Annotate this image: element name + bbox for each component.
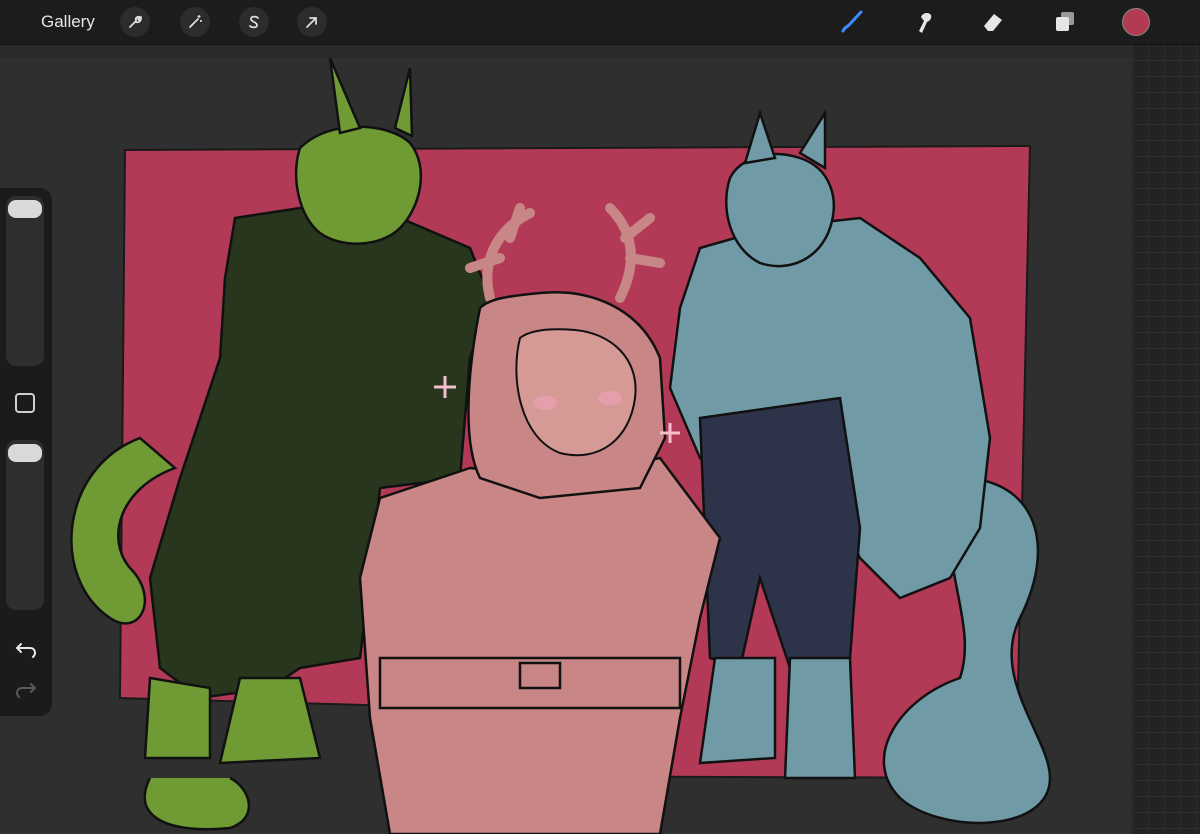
wrench-icon[interactable] <box>120 7 150 37</box>
blue-character-head <box>725 152 835 268</box>
pink-character-belt <box>378 656 682 710</box>
workspace-grid <box>1132 44 1200 834</box>
magic-wand-icon[interactable] <box>180 7 210 37</box>
brush-size-slider-thumb[interactable] <box>8 200 42 218</box>
redo-icon[interactable] <box>14 676 38 700</box>
green-character-head <box>294 125 423 245</box>
transform-arrow-icon[interactable] <box>297 7 327 37</box>
selection-s-icon[interactable] <box>239 7 269 37</box>
eraser-icon[interactable] <box>978 7 1008 37</box>
drawing-canvas[interactable] <box>0 58 1130 834</box>
blue-ear-left <box>743 108 777 165</box>
green-horn-left <box>328 58 362 135</box>
blue-character-pants <box>698 396 862 670</box>
gallery-button[interactable]: Gallery <box>41 12 95 32</box>
undo-icon[interactable] <box>14 636 38 660</box>
brush-size-slider[interactable] <box>6 196 44 366</box>
layers-icon[interactable] <box>1050 7 1080 37</box>
pink-character-robe <box>358 456 722 834</box>
sidebar <box>0 188 52 716</box>
smudge-icon[interactable] <box>908 7 938 37</box>
top-toolbar: Gallery <box>0 0 1200 45</box>
brush-icon[interactable] <box>837 7 867 37</box>
artwork <box>70 58 1052 834</box>
opacity-slider[interactable] <box>6 440 44 610</box>
opacity-slider-thumb[interactable] <box>8 444 42 462</box>
color-picker-button[interactable] <box>1122 8 1150 36</box>
green-horn-right <box>393 67 414 138</box>
square-modify-icon[interactable] <box>15 393 35 413</box>
